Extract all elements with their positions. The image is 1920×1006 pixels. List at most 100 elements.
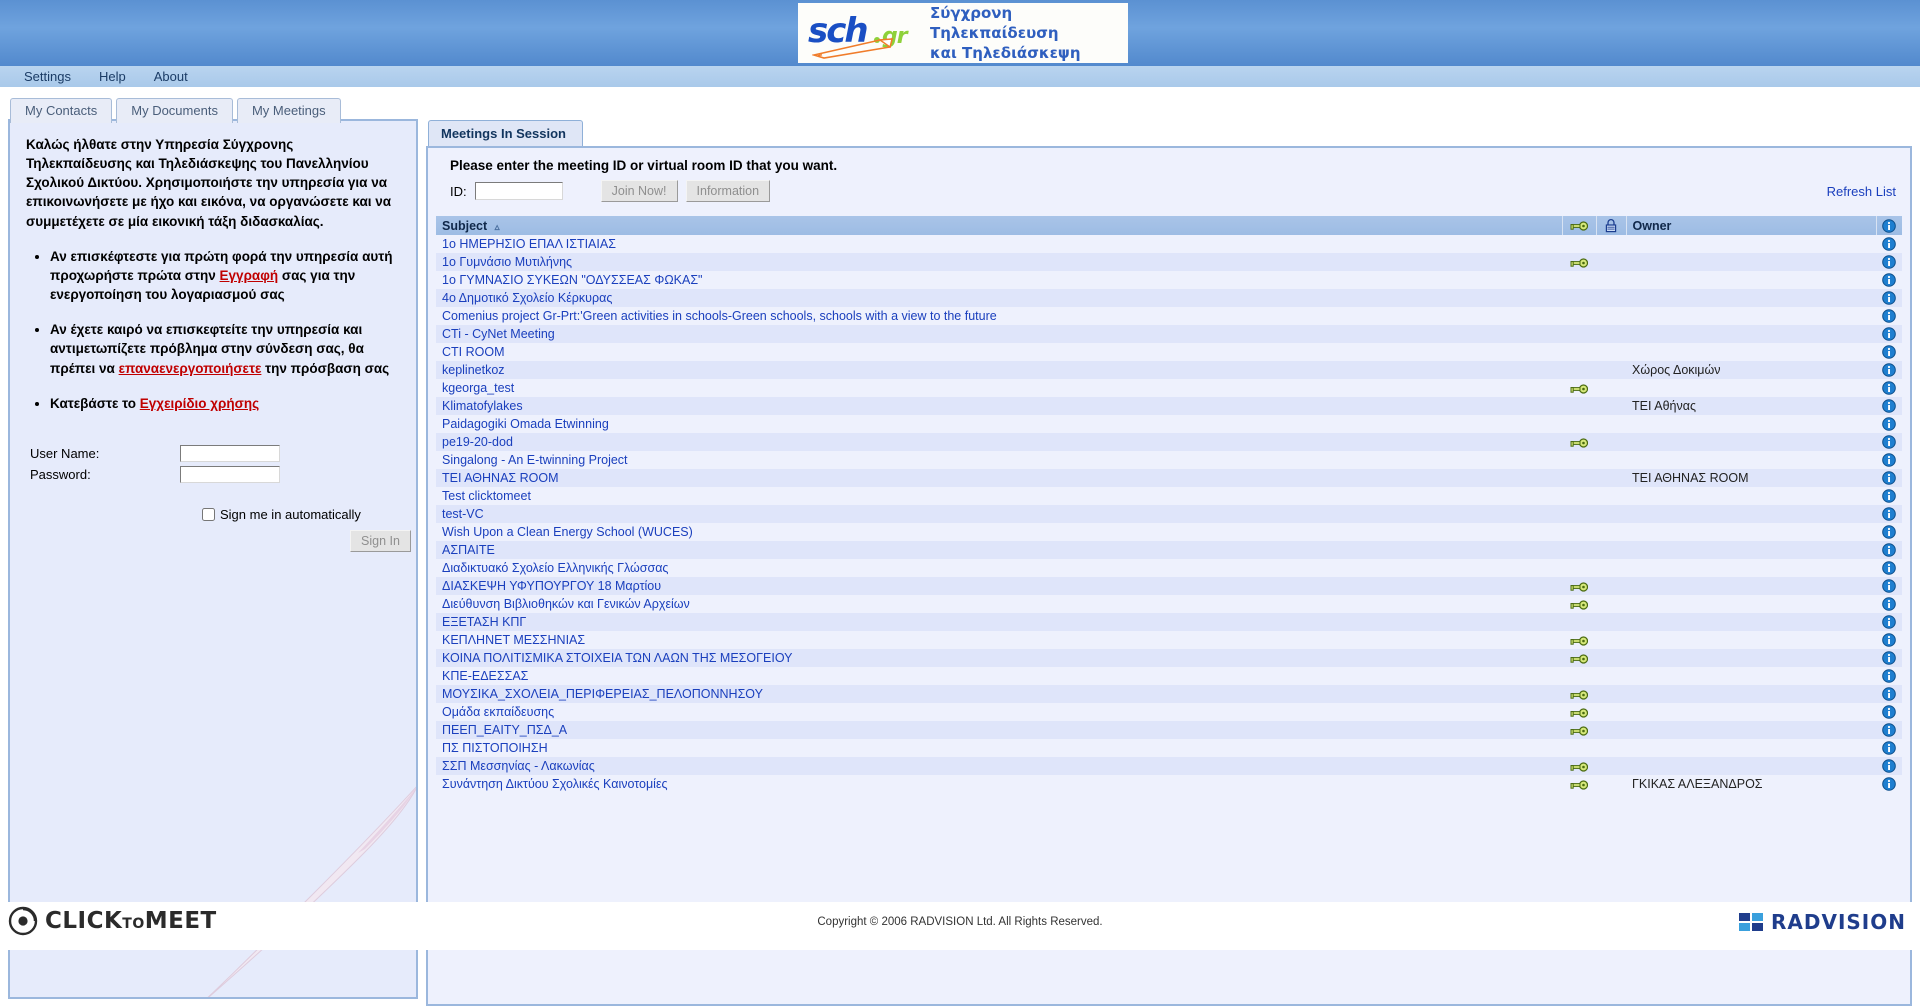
table-row[interactable]: keplinetkoz Χώρος Δοκιμών — [436, 361, 1902, 379]
meeting-info-cell[interactable] — [1876, 631, 1902, 649]
info-icon[interactable] — [1882, 633, 1896, 648]
table-row[interactable]: Singalong - An E-twinning Project — [436, 451, 1902, 469]
column-header-owner[interactable]: Owner — [1626, 216, 1877, 235]
meeting-subject-link[interactable]: Διαδικτυακό Σχολείο Ελληνικής Γλώσσας — [442, 561, 668, 575]
meeting-info-cell[interactable] — [1876, 505, 1902, 523]
tab-my-contacts[interactable]: My Contacts — [10, 98, 113, 123]
table-row[interactable]: ΣΣΠ Μεσσηνίας - Λακωνίας — [436, 757, 1902, 775]
info-icon[interactable] — [1882, 741, 1896, 756]
meeting-subject-link[interactable]: Συνάντηση Δικτύου Σχολικές Καινοτομίες — [442, 777, 668, 791]
table-row[interactable]: ΑΣΠΑΙΤΕ — [436, 541, 1902, 559]
meeting-subject-link[interactable]: ΚΠΕ-ΕΔΕΣΣΑΣ — [442, 669, 528, 683]
info-icon[interactable] — [1882, 381, 1896, 396]
table-row[interactable]: Διεύθυνση Βιβλιοθηκών και Γενικών Αρχείω… — [436, 595, 1902, 613]
info-icon[interactable] — [1882, 255, 1896, 270]
table-row[interactable]: ΚΠΕ-ΕΔΕΣΣΑΣ — [436, 667, 1902, 685]
meeting-info-cell[interactable] — [1876, 595, 1902, 613]
meeting-subject-link[interactable]: Wish Upon a Clean Energy School (WUCES) — [442, 525, 693, 539]
table-row[interactable]: 1ο ΗΜΕΡΗΣΙΟ ΕΠΑΛ ΙΣΤΙΑΙΑΣ — [436, 235, 1902, 253]
refresh-list-link[interactable]: Refresh List — [1827, 184, 1896, 199]
info-icon[interactable] — [1882, 705, 1896, 720]
info-icon[interactable] — [1882, 687, 1896, 702]
info-icon[interactable] — [1882, 291, 1896, 306]
table-row[interactable]: Test clicktomeet — [436, 487, 1902, 505]
meeting-info-cell[interactable] — [1876, 559, 1902, 577]
meeting-subject-link[interactable]: ΑΣΠΑΙΤΕ — [442, 543, 495, 557]
table-row[interactable]: 1ο ΓΥΜΝΑΣΙΟ ΣΥΚΕΩΝ "ΟΔΥΣΣΕΑΣ ΦΩΚΑΣ" — [436, 271, 1902, 289]
meeting-info-cell[interactable] — [1876, 739, 1902, 757]
meeting-subject-link[interactable]: ΕΞΕΤΑΣΗ ΚΠΓ — [442, 615, 526, 629]
info-icon[interactable] — [1882, 435, 1896, 450]
meeting-info-cell[interactable] — [1876, 541, 1902, 559]
info-icon[interactable] — [1882, 651, 1896, 666]
table-row[interactable]: ΔΙΑΣΚΕΨΗ ΥΦΥΠΟΥΡΓΟΥ 18 Μαρτίου — [436, 577, 1902, 595]
meeting-subject-link[interactable]: ΣΣΠ Μεσσηνίας - Λακωνίας — [442, 759, 595, 773]
info-icon[interactable] — [1882, 507, 1896, 522]
info-icon[interactable] — [1882, 309, 1896, 324]
column-header-key[interactable] — [1562, 216, 1597, 235]
meeting-subject-link[interactable]: Klimatofylakes — [442, 399, 523, 413]
auto-signin-checkbox[interactable] — [202, 507, 215, 521]
meeting-info-cell[interactable] — [1876, 667, 1902, 685]
reactivate-link[interactable]: επαναενεργοποιήσετε — [119, 361, 262, 376]
info-icon[interactable] — [1882, 615, 1896, 630]
info-icon[interactable] — [1882, 759, 1896, 774]
meeting-info-cell[interactable] — [1876, 649, 1902, 667]
meeting-subject-link[interactable]: Paidagogiki Omada Etwinning — [442, 417, 609, 431]
table-row[interactable]: 1ο Γυμνάσιο Μυτιλήνης — [436, 253, 1902, 271]
tab-meetings-in-session[interactable]: Meetings In Session — [428, 120, 583, 147]
info-icon[interactable] — [1882, 471, 1896, 486]
meeting-info-cell[interactable] — [1876, 469, 1902, 487]
meeting-info-cell[interactable] — [1876, 451, 1902, 469]
username-input[interactable] — [180, 444, 280, 462]
meeting-subject-link[interactable]: ΚΕΠΛΗΝΕΤ ΜΕΣΣΗΝΙΑΣ — [442, 633, 585, 647]
table-row[interactable]: Συνάντηση Δικτύου Σχολικές Καινοτομίες ΓΚ… — [436, 775, 1902, 793]
info-icon[interactable] — [1882, 579, 1896, 594]
meeting-info-cell[interactable] — [1876, 703, 1902, 721]
info-icon[interactable] — [1882, 417, 1896, 432]
meeting-info-cell[interactable] — [1876, 271, 1902, 289]
join-now-button[interactable]: Join Now! — [600, 180, 678, 202]
meeting-subject-link[interactable]: Comenius project Gr-Prt:'Green activitie… — [442, 309, 997, 323]
meeting-id-input[interactable] — [474, 182, 563, 200]
password-input[interactable] — [180, 465, 280, 483]
meeting-info-cell[interactable] — [1876, 343, 1902, 361]
table-row[interactable]: kgeorga_test — [436, 379, 1902, 397]
menu-item-help[interactable]: Help — [85, 69, 140, 84]
info-icon[interactable] — [1882, 543, 1896, 558]
meeting-info-cell[interactable] — [1876, 433, 1902, 451]
info-icon[interactable] — [1882, 327, 1896, 342]
meeting-subject-link[interactable]: keplinetkoz — [442, 363, 505, 377]
registration-link[interactable]: Εγγραφή — [220, 268, 279, 283]
info-icon[interactable] — [1882, 669, 1896, 684]
meeting-info-cell[interactable] — [1876, 775, 1902, 793]
meeting-info-cell[interactable] — [1876, 613, 1902, 631]
table-row[interactable]: Wish Upon a Clean Energy School (WUCES) — [436, 523, 1902, 541]
tab-my-meetings[interactable]: My Meetings — [236, 98, 341, 123]
table-row[interactable]: Comenius project Gr-Prt:'Green activitie… — [436, 307, 1902, 325]
meeting-subject-link[interactable]: pe19-20-dod — [442, 435, 513, 449]
user-manual-link[interactable]: Εγχειρίδιο χρήσης — [140, 396, 259, 411]
table-row[interactable]: CTI ROOM — [436, 343, 1902, 361]
table-row[interactable]: Klimatofylakes ΤΕΙ Αθήνας — [436, 397, 1902, 415]
meeting-info-cell[interactable] — [1876, 289, 1902, 307]
menu-item-settings[interactable]: Settings — [10, 69, 85, 84]
meeting-subject-link[interactable]: kgeorga_test — [442, 381, 514, 395]
sign-in-button[interactable]: Sign In — [350, 529, 411, 552]
table-row[interactable]: ΚΟΙΝΑ ΠΟΛΙΤΙΣΜΙΚΑ ΣΤΟΙΧΕΙΑ ΤΩΝ ΛΑΩΝ ΤΗΣ … — [436, 649, 1902, 667]
info-icon[interactable] — [1882, 597, 1896, 612]
info-icon[interactable] — [1882, 399, 1896, 414]
meeting-info-cell[interactable] — [1876, 307, 1902, 325]
meeting-info-cell[interactable] — [1876, 685, 1902, 703]
meeting-info-cell[interactable] — [1876, 397, 1902, 415]
meeting-info-cell[interactable] — [1876, 577, 1902, 595]
meeting-info-cell[interactable] — [1876, 487, 1902, 505]
menu-item-about[interactable]: About — [140, 69, 202, 84]
meeting-info-cell[interactable] — [1876, 523, 1902, 541]
table-row[interactable]: ΠΕΕΠ_ΕΑΙΤΥ_ΠΣΔ_Α — [436, 721, 1902, 739]
table-row[interactable]: 4ο Δημοτικό Σχολείο Κέρκυρας — [436, 289, 1902, 307]
info-icon[interactable] — [1882, 489, 1896, 504]
table-row[interactable]: Διαδικτυακό Σχολείο Ελληνικής Γλώσσας — [436, 559, 1902, 577]
table-row[interactable]: CTi - CyNet Meeting — [436, 325, 1902, 343]
meeting-subject-link[interactable]: 4ο Δημοτικό Σχολείο Κέρκυρας — [442, 291, 612, 305]
